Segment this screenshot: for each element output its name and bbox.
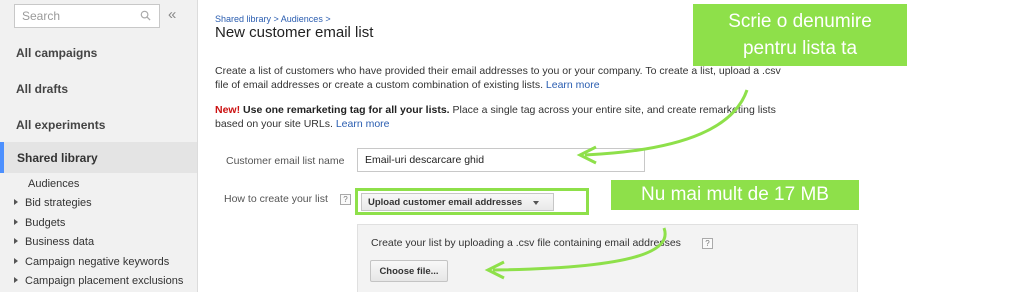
- search-box[interactable]: [14, 4, 160, 28]
- expand-caret-icon: [14, 238, 18, 244]
- remarketing-notice: New! Use one remarketing tag for all you…: [215, 103, 795, 131]
- upload-help-icon[interactable]: ?: [702, 238, 713, 249]
- sidebar-item-audiences[interactable]: Audiences: [28, 178, 79, 190]
- search-icon[interactable]: [140, 10, 151, 21]
- learn-more-link[interactable]: Learn more: [546, 79, 600, 91]
- expand-caret-icon: [14, 219, 18, 225]
- sidebar: « All campaigns All drafts All experimen…: [0, 0, 198, 292]
- breadcrumb[interactable]: Shared library > Audiences >: [215, 14, 331, 24]
- sidebar-item-business-data[interactable]: Business data: [14, 236, 94, 248]
- create-method-highlight: Upload customer email addresses: [355, 188, 589, 215]
- nav-all-campaigns[interactable]: All campaigns: [0, 46, 197, 60]
- callout-name-hint: Scrie o denumire pentru lista ta: [693, 4, 907, 66]
- search-input[interactable]: [15, 5, 135, 27]
- dropdown-arrow-icon: [533, 201, 539, 205]
- create-method-label: How to create your list: [224, 193, 328, 205]
- list-name-input[interactable]: Email-uri descarcare ghid: [357, 148, 645, 172]
- sidebar-item-campaign-negative-keywords[interactable]: Campaign negative keywords: [14, 256, 169, 268]
- sidebar-item-label: Bid strategies: [25, 197, 92, 209]
- sidebar-item-label: Business data: [25, 236, 95, 248]
- upload-instructions: Create your list by uploading a .csv fil…: [371, 237, 681, 249]
- expand-caret-icon: [14, 199, 18, 205]
- sidebar-item-campaign-placement-exclusions[interactable]: Campaign placement exclusions: [14, 275, 183, 287]
- nav-all-drafts[interactable]: All drafts: [0, 82, 197, 96]
- description-text: Create a list of customers who have prov…: [215, 65, 781, 91]
- sidebar-item-label: Campaign placement exclusions: [25, 275, 184, 287]
- upload-panel: Create your list by uploading a .csv fil…: [357, 224, 858, 292]
- sidebar-item-label: Budgets: [25, 217, 66, 229]
- callout-size-hint: Nu mai mult de 17 MB: [611, 180, 859, 210]
- callout-line-1: Scrie o denumire: [728, 11, 872, 32]
- callout-line-2: pentru lista ta: [742, 38, 858, 59]
- page-description: Create a list of customers who have prov…: [215, 64, 795, 92]
- notice-headline: Use one remarketing tag for all your lis…: [243, 104, 450, 116]
- page-title: New customer email list: [215, 24, 374, 41]
- dropdown-selected-value: Upload customer email addresses: [368, 197, 523, 208]
- list-name-label: Customer email list name: [226, 155, 345, 167]
- nav-all-experiments[interactable]: All experiments: [0, 118, 197, 132]
- expand-caret-icon: [14, 258, 18, 264]
- collapse-sidebar-icon[interactable]: «: [168, 6, 176, 23]
- create-method-dropdown[interactable]: Upload customer email addresses: [361, 193, 554, 211]
- notice-learn-more-link[interactable]: Learn more: [336, 118, 390, 130]
- sidebar-item-bid-strategies[interactable]: Bid strategies: [14, 197, 92, 209]
- sidebar-item-budgets[interactable]: Budgets: [14, 217, 65, 229]
- sidebar-item-label: Campaign negative keywords: [25, 256, 170, 268]
- help-icon[interactable]: ?: [340, 194, 351, 205]
- choose-file-button[interactable]: Choose file...: [370, 260, 448, 282]
- expand-caret-icon: [14, 277, 18, 283]
- new-badge: New!: [215, 104, 241, 116]
- nav-shared-library[interactable]: Shared library: [0, 142, 197, 173]
